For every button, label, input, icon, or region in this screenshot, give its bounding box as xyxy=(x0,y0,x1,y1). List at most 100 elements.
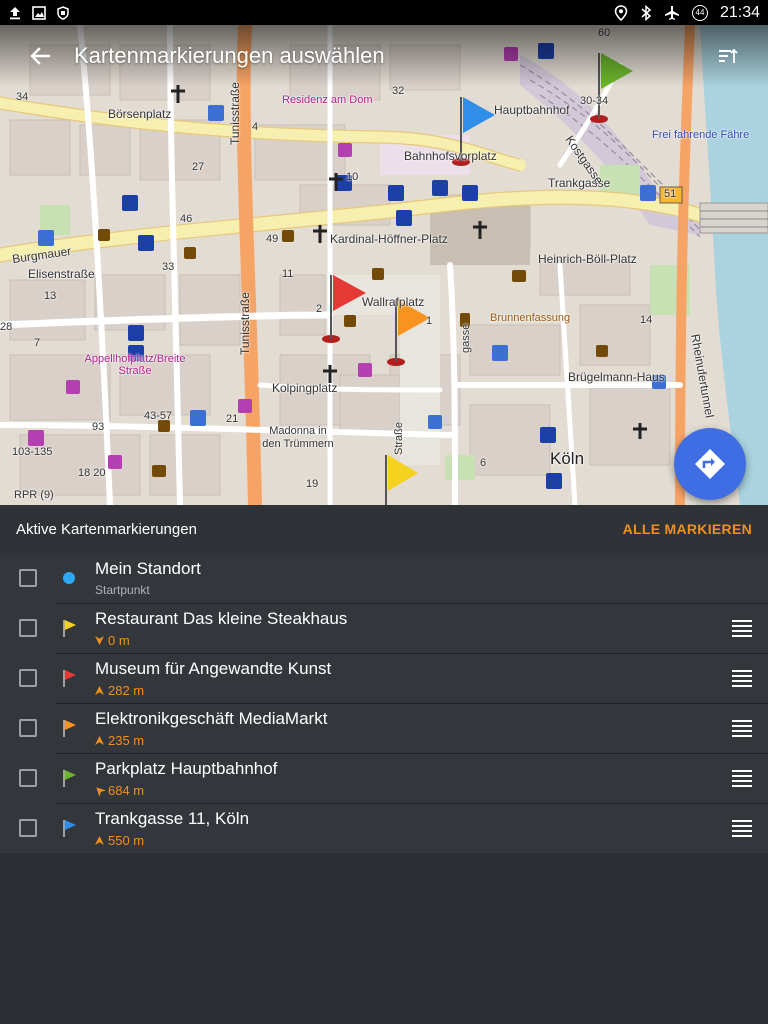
map-number: 28 xyxy=(0,321,13,333)
marker-distance: 282 m xyxy=(108,682,145,698)
map-label: Kolpingplatz xyxy=(272,381,338,395)
map-number: 18 20 xyxy=(78,467,106,479)
marker-row[interactable]: Trankgasse 11, Köln 550 m xyxy=(0,803,768,853)
directions-icon xyxy=(695,449,725,479)
direction-arrow-icon xyxy=(95,833,104,848)
map-number: 21 xyxy=(226,413,239,425)
marker-list: Mein Standort Startpunkt Restaurant Das kl… xyxy=(0,553,768,853)
map-number: 2 xyxy=(316,303,323,315)
map-view[interactable]: Börsenplatz Residenz am Dom Bahnhofsvorp… xyxy=(0,25,768,505)
shield-icon xyxy=(56,5,70,20)
map-label: Frei fahrende Fähre xyxy=(652,129,750,141)
direction-arrow-icon xyxy=(95,683,104,698)
marker-checkbox[interactable] xyxy=(19,769,37,787)
map-number: 49 xyxy=(266,233,279,245)
map-label: Köln xyxy=(550,449,585,468)
map-label: Madonna in den Trümmern xyxy=(262,425,334,450)
map-label: Straße xyxy=(393,421,405,455)
drag-handle-icon[interactable] xyxy=(732,719,752,737)
map-number: 43-57 xyxy=(144,410,173,422)
back-button[interactable] xyxy=(20,36,60,76)
marker-row[interactable]: Mein Standort Startpunkt xyxy=(0,553,768,603)
map-number: 103-135 xyxy=(12,446,53,458)
map-number: 13 xyxy=(44,290,57,302)
app-root: 44 21:34 Börsenplatz Residenz am Dom Bah… xyxy=(0,0,768,1024)
map-number: 19 xyxy=(306,478,319,490)
marker-row[interactable]: Parkplatz Hauptbahnhof 684 m xyxy=(0,753,768,803)
marker-distance: 550 m xyxy=(108,832,145,848)
map-label: Residenz am Dom xyxy=(282,94,373,106)
arrow-left-icon xyxy=(30,47,51,65)
map-label: Börsenplatz xyxy=(108,107,172,121)
marker-distance: 0 m xyxy=(108,632,130,648)
marker-title: Museum für Angewandte Kunst xyxy=(95,658,332,678)
drag-handle-icon[interactable] xyxy=(732,669,752,687)
marker-checkbox[interactable] xyxy=(19,619,37,637)
marker-distance: 684 m xyxy=(108,782,145,798)
markers-panel: Aktive Kartenmarkierungen ALLE MARKIEREN… xyxy=(0,505,768,1024)
direction-arrow-icon xyxy=(95,633,104,648)
flag-icon xyxy=(59,718,79,738)
empty-area xyxy=(0,853,768,1024)
drag-handle-icon[interactable] xyxy=(732,619,752,637)
marker-title: Trankgasse 11, Köln xyxy=(95,808,250,828)
marker-checkbox[interactable] xyxy=(19,569,37,587)
map-number: 11 xyxy=(282,268,294,280)
marker-checkbox[interactable] xyxy=(19,719,37,737)
map-label: Brunnenfassung xyxy=(490,312,571,324)
map-label: Tunisstraße xyxy=(228,82,242,145)
map-label: Tunisstraße xyxy=(238,292,252,355)
map-number: 34 xyxy=(16,91,29,103)
marker-title: Elektronikgeschäft MediaMarkt xyxy=(95,708,328,728)
direction-arrow-icon xyxy=(95,783,106,798)
sort-button[interactable] xyxy=(708,36,748,76)
map-number: 46 xyxy=(180,213,193,225)
map-number: 51 xyxy=(664,188,677,200)
data-badge: 44 xyxy=(691,4,708,21)
image-icon xyxy=(32,5,46,20)
map-number: 10 xyxy=(346,171,359,183)
marker-checkbox[interactable] xyxy=(19,669,37,687)
location-dot-icon xyxy=(59,571,79,585)
marker-checkbox[interactable] xyxy=(19,819,37,837)
map-label: Elisenstraße xyxy=(28,267,95,281)
map-canvas xyxy=(0,25,768,505)
top-toolbar: Kartenmarkierungen auswählen xyxy=(0,25,768,87)
map-label: Kardinal-Höffner-Platz xyxy=(330,232,448,246)
drag-handle-icon[interactable] xyxy=(732,769,752,787)
drag-handle-icon[interactable] xyxy=(732,819,752,837)
direction-arrow-icon xyxy=(95,733,104,748)
marker-row[interactable]: Elektronikgeschäft MediaMarkt 235 m xyxy=(0,703,768,753)
page-title: Kartenmarkierungen auswählen xyxy=(74,43,385,68)
map-label: Appellhofplatz/Breite Straße xyxy=(84,353,186,377)
airplane-icon xyxy=(664,5,680,21)
navigate-button[interactable] xyxy=(674,428,746,500)
panel-title: Aktive Kartenmarkierungen xyxy=(16,520,197,538)
map-number: 1 xyxy=(426,315,433,327)
marker-title: Parkplatz Hauptbahnhof xyxy=(95,758,278,778)
marker-title: Mein Standort xyxy=(95,559,201,578)
sort-icon xyxy=(719,48,738,63)
map-label: Bahnhofsvorplatz xyxy=(404,149,497,163)
map-label: Hauptbahnhof xyxy=(494,103,570,117)
flag-icon xyxy=(59,768,79,788)
clock: 21:34 xyxy=(719,3,760,21)
marker-row[interactable]: Restaurant Das kleine Steakhaus 0 m xyxy=(0,603,768,653)
flag-icon xyxy=(59,618,79,638)
flag-icon xyxy=(59,818,79,838)
map-number: 4 xyxy=(252,121,259,133)
map-number: 30-34 xyxy=(580,95,609,107)
map-number: 14 xyxy=(640,314,653,326)
marker-title: Restaurant Das kleine Steakhaus xyxy=(95,608,348,628)
marker-row[interactable]: Museum für Angewandte Kunst 282 m xyxy=(0,653,768,703)
map-label: Wallrafplatz xyxy=(362,295,425,309)
status-bar: 44 21:34 xyxy=(0,0,768,25)
map-label: Heinrich-Böll-Platz xyxy=(538,252,637,266)
select-all-button[interactable]: ALLE MARKIEREN xyxy=(623,521,752,537)
location-icon xyxy=(614,4,628,21)
upload-icon xyxy=(8,6,22,20)
map-number: 93 xyxy=(92,421,105,433)
map-label: Brügelmann-Haus xyxy=(568,370,665,384)
flag-icon xyxy=(59,668,79,688)
bluetooth-icon xyxy=(640,4,652,21)
